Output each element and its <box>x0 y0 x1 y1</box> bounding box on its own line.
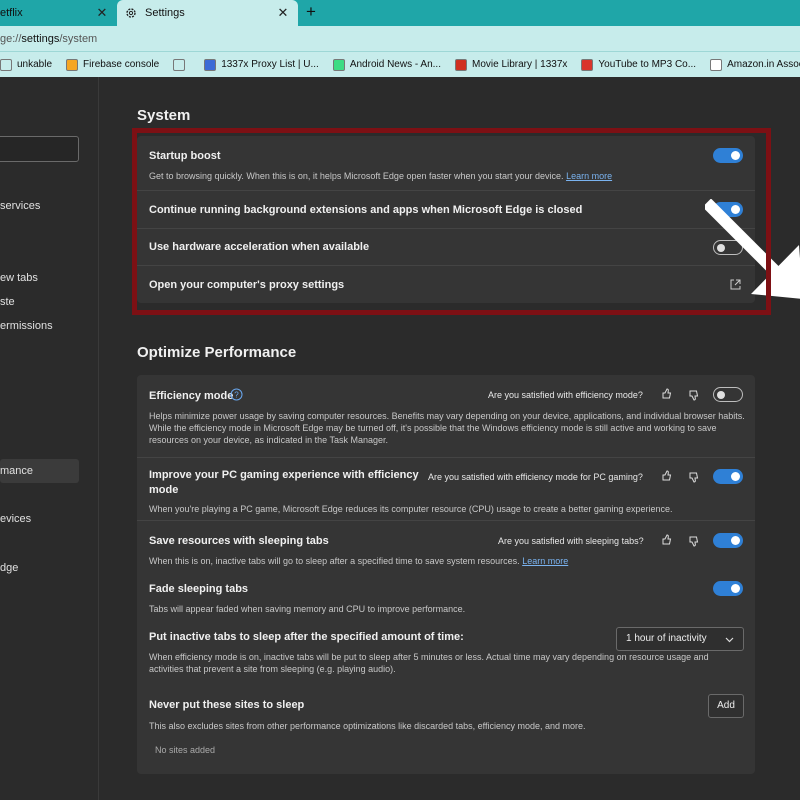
document-icon <box>173 58 186 71</box>
sleep-timeout-dropdown[interactable]: 1 hour of inactivity <box>616 627 744 651</box>
firebase-icon <box>66 58 79 71</box>
bookmark-label: Movie Library | 1337x <box>471 59 568 70</box>
download-icon <box>581 58 594 71</box>
thumbs-down-icon[interactable] <box>687 389 699 401</box>
row-desc: resources on your device, as indicated i… <box>149 435 388 445</box>
efficiency-mode-toggle[interactable] <box>713 387 743 402</box>
bookmark-label: unkable <box>17 59 53 70</box>
thumbs-up-icon[interactable] <box>660 534 672 546</box>
row-desc: When efficiency mode is on, inactive tab… <box>149 652 709 662</box>
performance-card: Efficiency mode ? Are you satisfied with… <box>137 375 755 774</box>
url-host: settings <box>21 32 60 45</box>
row-title: Efficiency mode <box>149 390 234 402</box>
thumbs-down-icon[interactable] <box>687 471 699 483</box>
performance-title: Optimize Performance <box>137 344 297 361</box>
highlight-box <box>132 128 771 315</box>
bookmark-label: YouTube to MP3 Co... <box>598 59 697 70</box>
tab-title: Settings <box>145 7 185 19</box>
url-scheme: ge:// <box>0 32 22 45</box>
row-desc: When this is on, inactive tabs will go t… <box>149 556 569 566</box>
tab-netflix[interactable]: etflix ✕ <box>0 0 117 26</box>
feedback-question: Are you satisfied with efficiency mode f… <box>428 472 643 482</box>
chevron-down-icon <box>725 637 734 643</box>
bookmark-label: 1337x Proxy List | U... <box>221 59 319 70</box>
row-desc: Helps minimize power usage by saving com… <box>149 411 745 421</box>
row-title: Improve your PC gaming experience with e… <box>149 469 419 481</box>
gear-icon <box>126 8 136 18</box>
tab-strip: etflix ✕ Settings ✕ + <box>0 0 800 26</box>
close-icon[interactable]: ✕ <box>276 6 290 20</box>
address-bar[interactable]: ge://settings/system <box>0 26 800 51</box>
sidebar-item-performance[interactable]: mance <box>0 465 33 477</box>
feedback-question: Are you satisfied with sleeping tabs? <box>498 536 644 546</box>
sidebar-item-new-tabs[interactable]: ew tabs <box>0 272 38 284</box>
site-icon <box>204 58 217 71</box>
help-icon[interactable]: ? <box>230 388 243 401</box>
feedback-question: Are you satisfied with efficiency mode? <box>488 390 643 400</box>
svg-text:?: ? <box>234 391 239 400</box>
learn-more-link[interactable]: Learn more <box>522 556 568 566</box>
bookmark-item[interactable]: Amazon.in Associat... <box>710 58 800 71</box>
sidebar-item-paste[interactable]: ste <box>0 296 15 308</box>
x-icon <box>454 58 467 71</box>
empty-state: No sites added <box>155 745 216 755</box>
row-desc: When you're playing a PC game, Microsoft… <box>149 504 673 514</box>
bookmark-label: Firebase console <box>83 59 160 70</box>
bookmarks-bar: unkable Firebase console 1337x Proxy List … <box>0 51 800 77</box>
bookmark-item[interactable]: 1337x Proxy List | U... <box>204 58 319 71</box>
bookmark-item[interactable]: Firebase console <box>66 58 160 71</box>
android-icon <box>332 58 345 71</box>
row-desc: Tabs will appear faded when saving memor… <box>149 604 466 614</box>
add-site-button[interactable]: Add <box>708 694 744 718</box>
row-desc: This also excludes sites from other perf… <box>149 721 586 731</box>
close-icon[interactable]: ✕ <box>95 6 109 20</box>
amazon-icon <box>710 58 723 71</box>
dropdown-value: 1 hour of inactivity <box>626 633 707 644</box>
sidebar-item-services[interactable]: services <box>0 200 40 212</box>
fade-title: Fade sleeping tabs <box>149 583 249 595</box>
bookmark-label: Android News - An... <box>349 59 441 70</box>
sidebar-item-permissions[interactable]: ermissions <box>0 320 53 332</box>
thumbs-up-icon[interactable] <box>660 470 672 482</box>
gaming-efficiency-toggle[interactable] <box>713 469 743 484</box>
tab-settings[interactable]: Settings ✕ <box>117 0 298 26</box>
bookmark-item[interactable]: YouTube to MP3 Co... <box>581 58 697 71</box>
url-path: /system <box>59 32 98 45</box>
efficiency-mode-row: Efficiency mode ? Are you satisfied with… <box>137 375 755 457</box>
sleeping-tabs-toggle[interactable] <box>713 533 743 548</box>
bookmark-item[interactable]: Android News - An... <box>332 58 441 71</box>
bookmark-label: Amazon.in Associat... <box>727 59 800 70</box>
bookmark-item[interactable]: unkable <box>0 58 53 71</box>
row-title: mode <box>149 484 179 496</box>
system-title: System <box>137 107 191 124</box>
bookmark-item[interactable]: Movie Library | 1337x <box>454 58 568 71</box>
row-desc: While the efficiency mode in Microsoft E… <box>149 423 717 433</box>
tab-title: etflix <box>0 7 23 19</box>
thumbs-down-icon[interactable] <box>687 535 699 547</box>
fade-sleeping-tabs-toggle[interactable] <box>713 581 743 596</box>
inactive-title: Put inactive tabs to sleep after the spe… <box>149 631 464 643</box>
new-tab-button[interactable]: + <box>302 3 320 21</box>
search-settings-input[interactable] <box>0 136 79 162</box>
sidebar-item-devices[interactable]: evices <box>0 513 31 525</box>
row-desc: activities that prevent a site from slee… <box>149 664 396 674</box>
settings-sidebar: services ew tabs ste ermissions mance ev… <box>0 77 99 800</box>
thumbs-up-icon[interactable] <box>660 388 672 400</box>
sidebar-item-edge[interactable]: dge <box>0 562 18 574</box>
folder-icon <box>0 58 12 71</box>
row-title: Save resources with sleeping tabs <box>149 535 329 547</box>
bookmark-item[interactable] <box>173 58 190 71</box>
never-sleep-title: Never put these sites to sleep <box>149 699 305 711</box>
gaming-row: Improve your PC gaming experience with e… <box>137 457 755 520</box>
